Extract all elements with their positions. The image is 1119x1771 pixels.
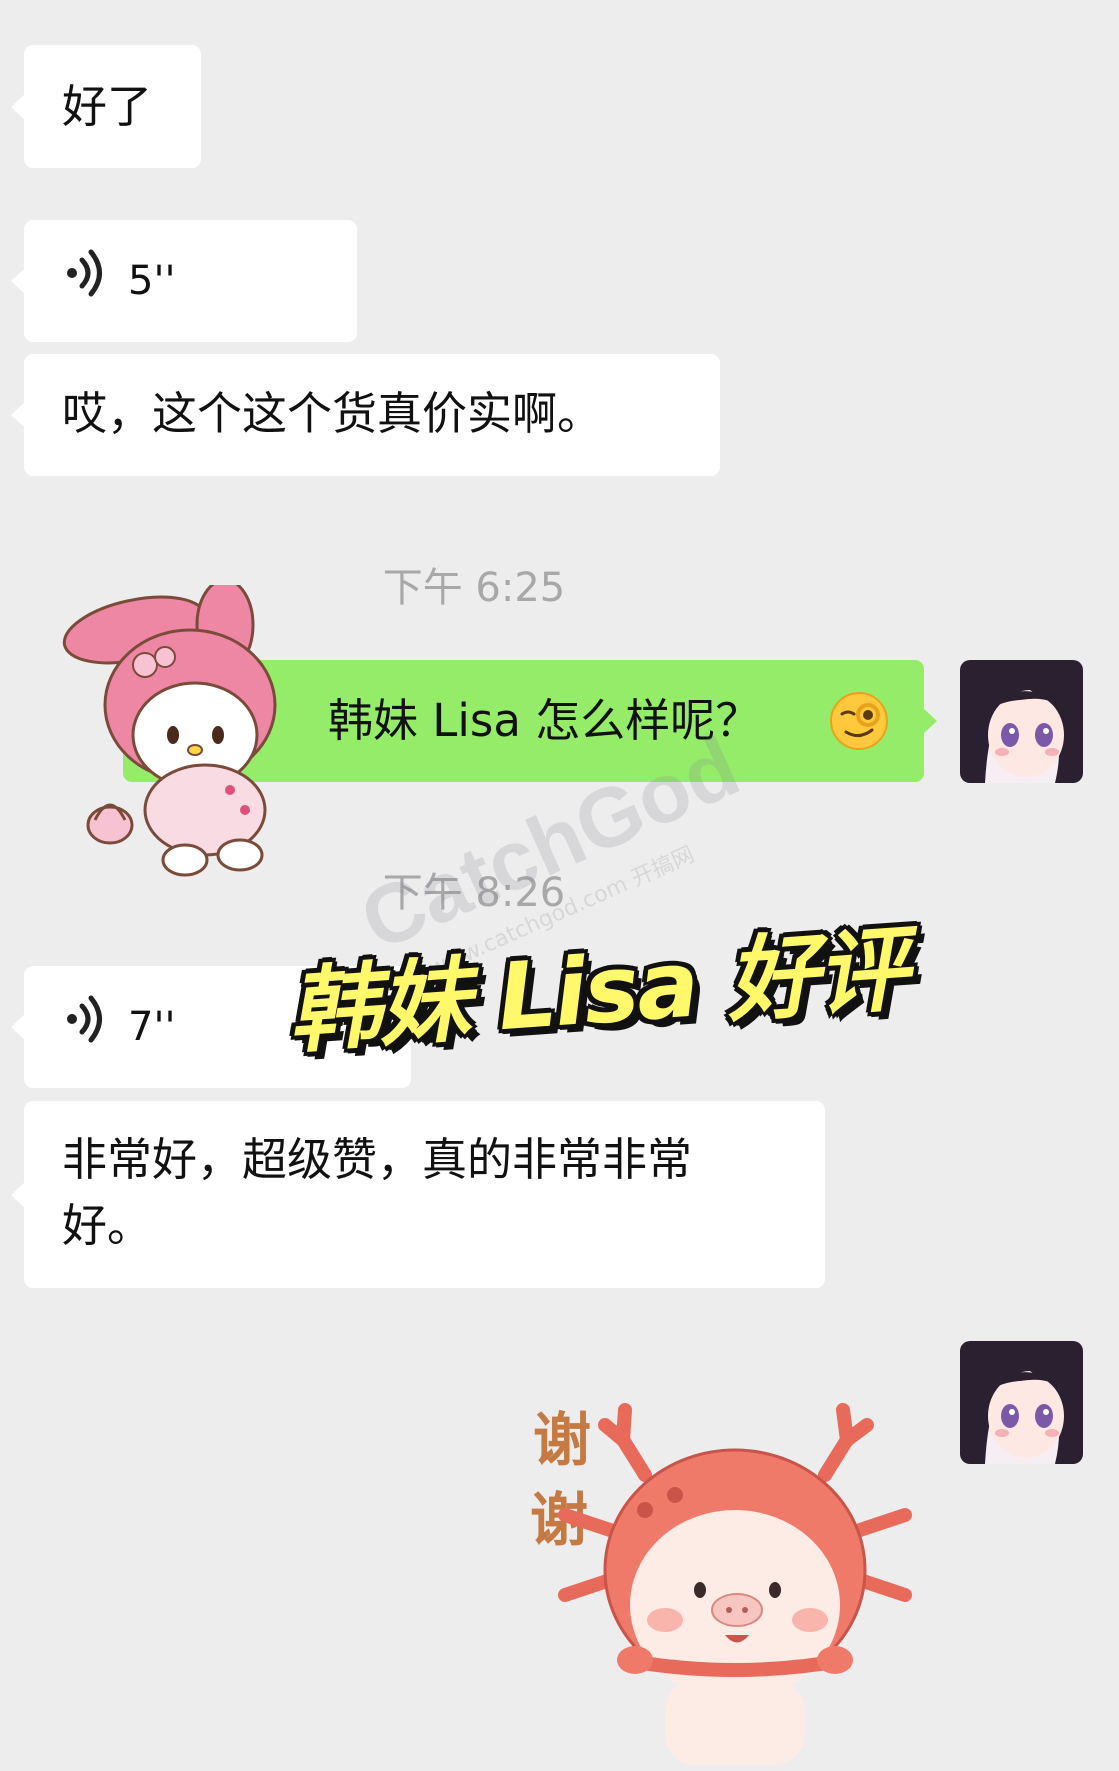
my-avatar[interactable] <box>960 1341 1083 1464</box>
message-bubble-incoming[interactable]: 好了 <box>11 45 201 168</box>
svg-text:谢: 谢 <box>533 1406 591 1474</box>
message-bubble-incoming[interactable]: 非常好，超级赞，真的非常非常好。 <box>11 1101 825 1288</box>
message-text: 好了 <box>62 80 153 133</box>
voice-duration: 5'' <box>128 258 176 304</box>
voice-message-bubble[interactable]: 5'' <box>11 220 357 342</box>
voice-duration: 7'' <box>128 1004 176 1050</box>
bunny-sticker <box>55 578 305 890</box>
voice-wave-icon <box>64 248 106 315</box>
my-avatar[interactable] <box>960 660 1083 783</box>
message-bubble-incoming[interactable]: 哎，这个这个货真价实啊。 <box>11 354 720 476</box>
wink-face-emoji <box>828 690 890 769</box>
thanks-pig-sticker[interactable]: 谢 谢 <box>525 1380 935 1765</box>
message-text: 非常好，超级赞，真的非常非常好。 <box>62 1133 693 1252</box>
message-text: 哎，这个这个货真价实啊。 <box>62 387 603 440</box>
voice-wave-icon <box>64 994 106 1061</box>
